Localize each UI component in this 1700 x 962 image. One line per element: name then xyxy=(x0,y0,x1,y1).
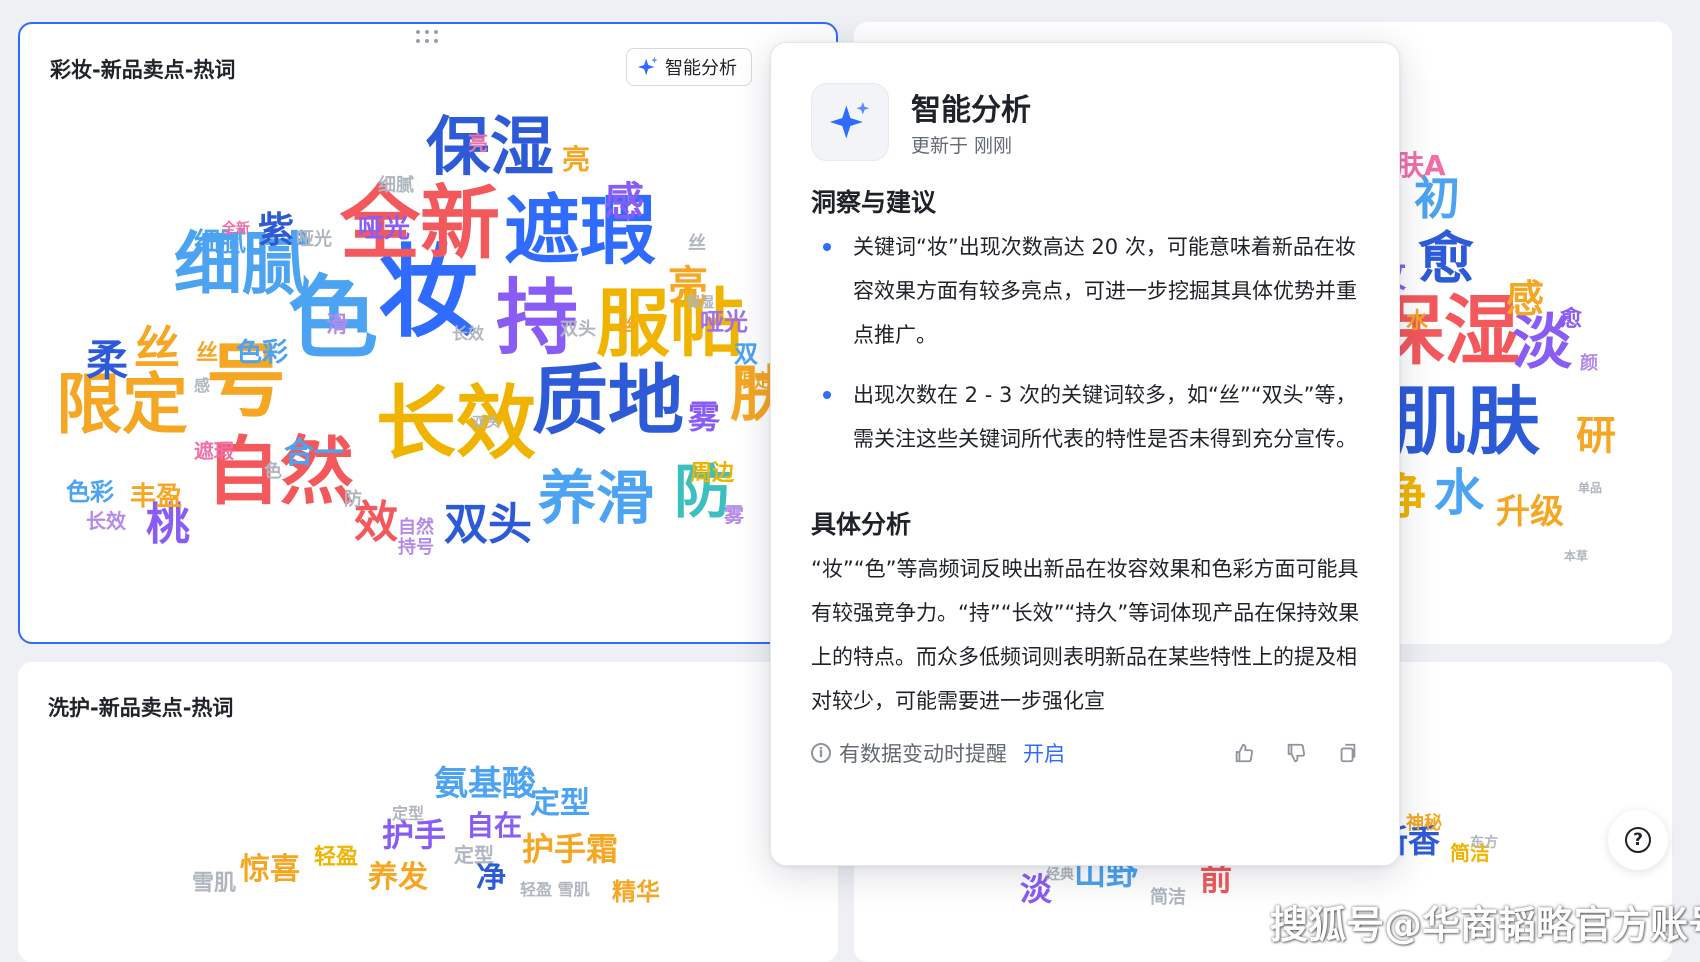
popup-footer: i 有数据变动时提醒 开启 xyxy=(811,733,1359,773)
analysis-text: “妆”“色”等高频词反映出新品在妆容效果和色彩方面可能具有较强竞争力。“持”“长… xyxy=(811,557,1360,713)
smart-analysis-popup: 智能分析 更新于 刚刚 洞察与建议 关键词“妆”出现次数高达 20 次，可能意味… xyxy=(770,42,1400,866)
analysis-heading: 具体分析 xyxy=(811,510,912,539)
enable-reminder-link[interactable]: 开启 xyxy=(1023,738,1065,768)
smart-analysis-label: 智能分析 xyxy=(665,58,737,79)
card-title: 洗护-新品卖点-热词 xyxy=(48,696,234,720)
sparkle-icon xyxy=(637,56,658,76)
copy-icon[interactable] xyxy=(1337,742,1359,764)
help-icon: ? xyxy=(1625,827,1651,853)
insight-item: 出现次数在 2 - 3 次的关键词较多，如“丝”“双头”等，需关注这些关键词所代… xyxy=(811,373,1371,461)
insights-list: 关键词“妆”出现次数高达 20 次，可能意味着新品在妆容效果方面有较多亮点，可进… xyxy=(811,225,1371,461)
change-reminder-label: 有数据变动时提醒 xyxy=(839,742,1007,766)
makeup-hotword-card[interactable]: 彩妆-新品卖点-热词 智能分析 xyxy=(18,22,838,644)
watermark: 搜狐号@华商韬略官方账号 xyxy=(1270,903,1700,947)
insight-item: 关键词“妆”出现次数高达 20 次，可能意味着新品在妆容效果方面有较多亮点，可进… xyxy=(811,225,1371,357)
help-button[interactable]: ? xyxy=(1608,810,1668,870)
wash-hotword-card[interactable]: 洗护-新品卖点-热词 xyxy=(18,662,838,962)
card-title: 彩妆-新品卖点-热词 xyxy=(50,58,236,82)
updated-timestamp: 更新于 刚刚 xyxy=(911,135,1013,157)
sparkle-icon xyxy=(811,83,889,161)
popup-title: 智能分析 xyxy=(911,93,1031,128)
thumbs-up-icon[interactable] xyxy=(1233,742,1255,764)
insights-heading: 洞察与建议 xyxy=(811,188,937,217)
smart-analysis-button[interactable]: 智能分析 xyxy=(626,48,752,86)
drag-handle-icon[interactable] xyxy=(416,30,442,44)
info-icon: i xyxy=(811,743,831,763)
thumbs-down-icon[interactable] xyxy=(1285,742,1307,764)
